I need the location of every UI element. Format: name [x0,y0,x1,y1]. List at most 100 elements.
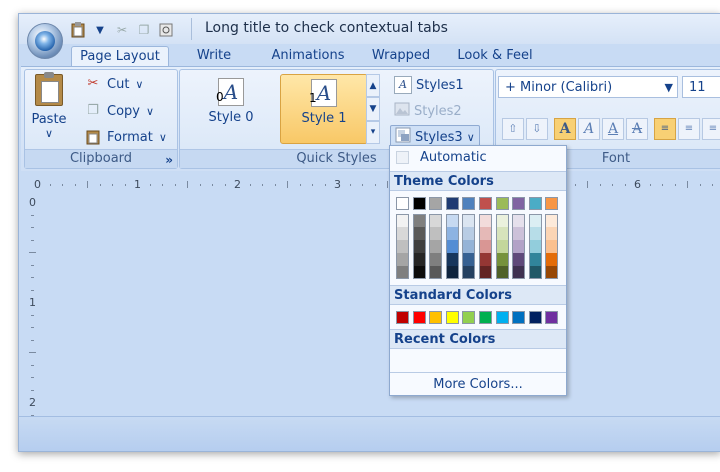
theme-shade-swatch[interactable] [545,214,559,227]
bold-a-icon[interactable]: A [554,118,576,140]
theme-shade-swatch[interactable] [429,253,443,266]
theme-shade-swatch[interactable] [512,240,526,253]
theme-shade-swatch[interactable] [479,253,492,266]
clipboard-icon[interactable] [69,21,87,39]
theme-shade-swatch[interactable] [545,253,559,266]
chevron-down-icon[interactable]: ▼ [91,21,109,39]
theme-shade-swatch[interactable] [445,266,459,279]
theme-shade-swatch[interactable] [462,214,476,227]
theme-shade-swatch[interactable] [479,240,492,253]
theme-shade-swatch[interactable] [429,240,443,253]
theme-shade-swatch[interactable] [462,266,476,279]
theme-color-swatch[interactable] [512,197,526,210]
theme-shade-swatch[interactable] [412,227,426,240]
italic-a-icon[interactable]: A [578,118,600,140]
theme-shade-swatch[interactable] [528,253,542,266]
theme-shade-swatch[interactable] [495,227,509,240]
standard-color-swatch[interactable] [495,311,509,324]
underline-a-icon[interactable]: A [602,118,624,140]
tab-animations[interactable]: Animations [267,46,349,66]
tab-look-and-feel[interactable]: Look & Feel [453,46,537,66]
more-colors-item[interactable]: More Colors... [390,372,566,395]
standard-color-swatch[interactable] [479,311,492,324]
theme-color-swatch[interactable] [545,197,559,210]
theme-shade-swatch[interactable] [412,266,426,279]
vertical-ruler[interactable]: 0 1 2 [29,180,41,428]
style-tile-0[interactable]: A0 Style 0 [188,74,274,142]
theme-shade-swatch[interactable] [412,214,426,227]
theme-shade-swatch[interactable] [412,253,426,266]
standard-color-swatch[interactable] [445,311,459,324]
theme-shade-swatch[interactable] [528,240,542,253]
theme-shade-swatch[interactable] [528,227,542,240]
scissors-icon[interactable]: ✂ [113,21,131,39]
grow-font-icon[interactable]: ⇧ [502,118,524,140]
theme-shade-swatch[interactable] [479,266,492,279]
standard-color-swatch[interactable] [412,311,426,324]
align-left-icon[interactable]: ≡ [654,118,676,140]
theme-shade-swatch[interactable] [445,214,459,227]
theme-shade-swatch[interactable] [479,227,492,240]
tab-page-layout[interactable]: Page Layout [71,46,169,68]
theme-color-swatch[interactable] [495,197,509,210]
theme-shade-swatch[interactable] [512,214,526,227]
font-face-combo[interactable]: + Minor (Calibri) ▼ [498,76,678,98]
theme-shade-swatch[interactable] [462,253,476,266]
application-menu-button[interactable] [27,23,63,59]
theme-shade-swatch[interactable] [445,253,459,266]
styles2-button[interactable]: Styles2 [390,100,466,122]
gallery-scroll-up[interactable]: ▲ [366,74,380,98]
theme-shade-swatch[interactable] [545,227,559,240]
style-tile-1[interactable]: A1 Style 1 [280,74,368,144]
standard-color-swatch[interactable] [512,311,526,324]
strikethrough-a-icon[interactable]: A [626,118,648,140]
theme-shade-swatch[interactable] [512,253,526,266]
theme-color-swatch[interactable] [479,197,492,210]
theme-shade-swatch[interactable] [429,266,443,279]
theme-shade-swatch[interactable] [495,253,509,266]
theme-shade-swatch[interactable] [512,227,526,240]
standard-color-swatch[interactable] [545,311,559,324]
theme-shade-swatch[interactable] [396,253,409,266]
theme-color-swatch[interactable] [396,197,409,210]
standard-color-swatch[interactable] [528,311,542,324]
theme-shade-swatch[interactable] [445,240,459,253]
standard-color-swatch[interactable] [396,311,409,324]
theme-color-swatch[interactable] [462,197,476,210]
horizontal-ruler[interactable]: 0123456 [34,178,720,192]
gallery-expand[interactable]: ▾ [366,120,380,144]
theme-color-swatch[interactable] [429,197,443,210]
align-right-icon[interactable]: ≡ [702,118,720,140]
theme-shade-swatch[interactable] [528,266,542,279]
theme-color-swatch[interactable] [528,197,542,210]
theme-shade-swatch[interactable] [545,240,559,253]
format-icon[interactable] [157,21,175,39]
cut-button[interactable]: ✂ Cut ∨ [85,73,144,95]
theme-shade-swatch[interactable] [462,227,476,240]
theme-shade-swatch[interactable] [396,227,409,240]
theme-color-swatch[interactable] [445,197,459,210]
automatic-color-item[interactable]: Automatic [390,146,566,170]
theme-shade-swatch[interactable] [396,214,409,227]
theme-shade-swatch[interactable] [495,266,509,279]
theme-shade-swatch[interactable] [412,240,426,253]
standard-color-swatch[interactable] [462,311,476,324]
tab-wrapped[interactable]: Wrapped [369,46,433,66]
tab-write[interactable]: Write [189,46,239,66]
theme-shade-swatch[interactable] [445,227,459,240]
theme-shade-swatch[interactable] [462,240,476,253]
theme-shade-swatch[interactable] [396,266,409,279]
shrink-font-icon[interactable]: ⇩ [526,118,548,140]
theme-shade-swatch[interactable] [545,266,559,279]
theme-shade-swatch[interactable] [479,214,492,227]
copy-icon[interactable]: ❐ [135,21,153,39]
align-center-icon[interactable]: ≡ [678,118,700,140]
chevron-down-icon[interactable]: ▼ [665,77,673,99]
theme-shade-swatch[interactable] [429,227,443,240]
theme-shade-swatch[interactable] [396,240,409,253]
styles1-button[interactable]: A Styles1 [390,74,468,96]
theme-shade-swatch[interactable] [495,240,509,253]
standard-color-swatch[interactable] [429,311,443,324]
theme-shade-swatch[interactable] [512,266,526,279]
theme-shade-swatch[interactable] [495,214,509,227]
